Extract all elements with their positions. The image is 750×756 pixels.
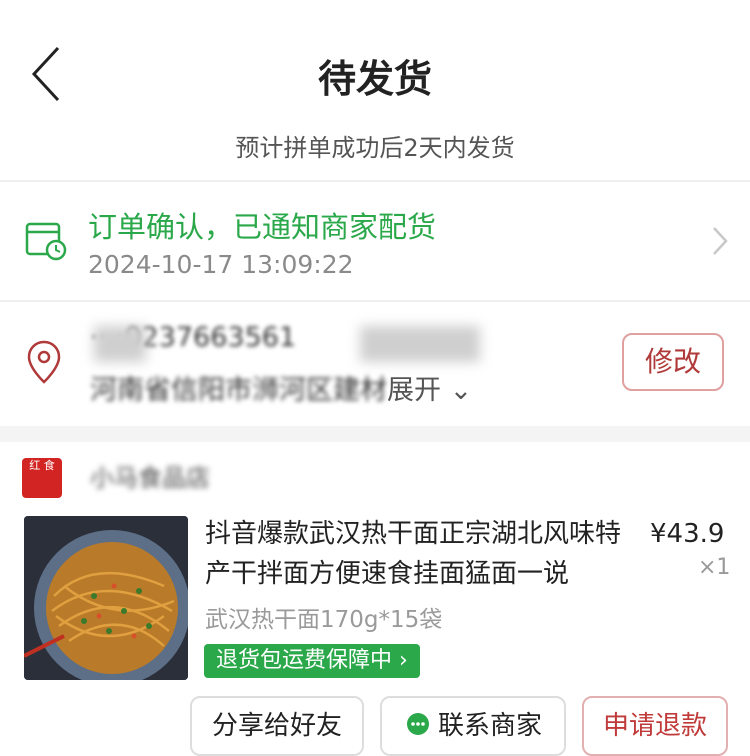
expand-address-link[interactable]: 展开 ⌄: [387, 375, 472, 406]
privacy-blur: [360, 326, 480, 362]
page-subtitle: 预计拼单成功后2天内发货: [235, 134, 515, 162]
location-pin-icon: [27, 340, 61, 384]
section-gap: [0, 426, 750, 442]
contact-label: 联系商家: [437, 711, 542, 741]
return-shipping-badge[interactable]: 退货包运费保障中 ›: [204, 644, 420, 678]
order-status-row[interactable]: 订单确认，已通知商家配货 2024-10-17 13:09:22: [0, 182, 750, 300]
refund-button[interactable]: 申请退款: [582, 696, 728, 756]
share-button[interactable]: 分享给好友: [190, 696, 364, 756]
chat-icon: [406, 713, 429, 735]
privacy-blur: [94, 326, 146, 362]
contact-merchant-button[interactable]: 联系商家: [380, 696, 566, 756]
shop-logo: 红 食: [22, 458, 62, 498]
order-status-icon: [25, 222, 67, 261]
recipient-address: 河南省信阳市浉河区建材展开 ⌄: [90, 368, 472, 407]
address-start: 河南省信阳市: [90, 375, 252, 406]
product-image[interactable]: [24, 516, 188, 680]
product-spec: 武汉热干面170g*15袋: [205, 607, 443, 633]
expand-label: 展开: [387, 375, 441, 406]
order-status-text: 订单确认，已通知商家配货: [88, 210, 437, 244]
product-title[interactable]: 抖音爆款武汉热干面正宗湖北风味特产干拌面方便速食挂面猛面一说: [205, 514, 635, 594]
product-quantity: ×1: [698, 555, 731, 580]
shop-name[interactable]: 小马食品店: [90, 458, 210, 493]
product-price: ¥43.9: [650, 519, 725, 549]
page-title: 待发货: [317, 57, 432, 101]
address-end: 建材: [333, 375, 387, 406]
address-middle: 浉河区: [252, 375, 333, 406]
modify-address-button[interactable]: 修改: [622, 333, 724, 391]
order-status-time: 2024-10-17 13:09:22: [88, 250, 354, 279]
chevron-right-icon: [713, 227, 728, 255]
badge-label: 退货包运费保障中: [216, 648, 393, 673]
